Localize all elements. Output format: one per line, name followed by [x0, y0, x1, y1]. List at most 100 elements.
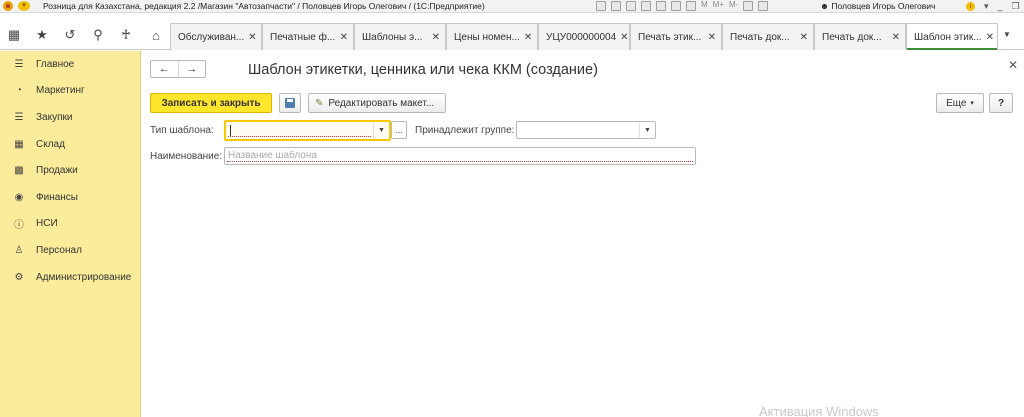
- sidebar-item-administration[interactable]: ⚙ Администрирование: [0, 264, 140, 291]
- sidebar-item-personnel[interactable]: ♙ Персонал: [0, 237, 140, 264]
- chevron-down-icon[interactable]: ▼: [373, 122, 389, 139]
- tab-print-docs-2[interactable]: Печать док... ✕: [814, 23, 906, 50]
- save-icon[interactable]: [596, 1, 606, 11]
- sidebar-item-label: НСИ: [36, 218, 58, 230]
- text-cursor: [230, 125, 231, 136]
- mail-icon[interactable]: [641, 1, 651, 11]
- tab-print-forms[interactable]: Печатные ф... ✕: [262, 23, 354, 50]
- save-button[interactable]: [279, 93, 301, 113]
- calculator-icon[interactable]: [686, 1, 696, 11]
- tab-label: УЦУ000000004: [546, 31, 617, 43]
- preview-icon[interactable]: [626, 1, 636, 11]
- info-icon: ⓘ: [14, 220, 24, 232]
- purchases-icon: ☰: [14, 111, 24, 123]
- edit-layout-label: Редактировать макет...: [328, 97, 435, 109]
- memory-button[interactable]: M: [701, 1, 708, 11]
- sidebar-item-main[interactable]: ☰ Главное: [0, 51, 140, 78]
- tab-label-template[interactable]: Шаблон этик... ✕: [906, 23, 998, 50]
- favorites-icon[interactable]: [656, 1, 666, 11]
- tab-templates[interactable]: Шаблоны э... ✕: [354, 23, 446, 50]
- back-arrow-icon[interactable]: ←: [151, 61, 178, 77]
- home-icon[interactable]: ⌂: [143, 23, 169, 48]
- favorites-star-icon[interactable]: ★: [28, 20, 56, 50]
- sidebar-item-sales[interactable]: ▩ Продажи: [0, 157, 140, 184]
- group-label: Принадлежит группе:: [415, 125, 515, 136]
- close-tab-icon[interactable]: ✕: [432, 32, 440, 43]
- tab-bar: Обслуживан... ✕ Печатные ф... ✕ Шаблоны э.…: [170, 23, 998, 50]
- sidebar-item-label: Финансы: [36, 191, 78, 203]
- history-icon[interactable]: ↺: [56, 20, 84, 50]
- toolbar-tools: M M+ M-: [596, 1, 769, 11]
- more-button[interactable]: Еще ▾: [936, 93, 984, 113]
- chevron-down-icon: ▾: [970, 100, 974, 107]
- tab-label: Печать этик...: [638, 31, 702, 43]
- tab-print-docs-1[interactable]: Печать док... ✕: [722, 23, 814, 50]
- clipboard-icon[interactable]: [758, 1, 769, 11]
- close-tab-icon[interactable]: ✕: [524, 32, 532, 43]
- edit-pencil-icon: ✎: [315, 97, 324, 109]
- window-controls: i ▾ _ ❐ ✕: [966, 0, 1024, 12]
- cart-icon: ▩: [14, 165, 24, 177]
- close-tab-icon[interactable]: ✕: [892, 32, 900, 43]
- window-title: Розница для Казахстана, редакция 2.2 /Ма…: [43, 1, 485, 11]
- nav-icons: ▦ ★ ↺ ⚲ ♰: [0, 20, 141, 50]
- group-field[interactable]: ▼: [516, 121, 656, 139]
- calendar-icon[interactable]: [671, 1, 681, 11]
- save-and-close-button[interactable]: Записать и закрыть: [150, 93, 272, 113]
- main-menu-icon[interactable]: ▾: [18, 1, 30, 11]
- gear-icon: ⚙: [14, 271, 24, 283]
- close-form-icon[interactable]: ✕: [1008, 58, 1018, 72]
- sidebar-item-purchases[interactable]: ☰ Закупки: [0, 104, 140, 131]
- search-icon[interactable]: ⚲: [84, 20, 112, 50]
- memory-plus-button[interactable]: M+: [713, 1, 724, 11]
- minimize-icon[interactable]: _: [998, 0, 1003, 12]
- tab-label: Печать док...: [730, 31, 790, 43]
- close-tab-icon[interactable]: ✕: [986, 32, 994, 43]
- tabs-dropdown-icon[interactable]: ▼: [1003, 30, 1011, 39]
- memory-minus-button[interactable]: M-: [729, 1, 738, 11]
- user-icon: ☻: [820, 1, 829, 11]
- close-tab-icon[interactable]: ✕: [340, 32, 348, 43]
- window-menu-icon[interactable]: ▾: [984, 0, 989, 12]
- form-title: Шаблон этикетки, ценника или чека ККМ (с…: [248, 62, 598, 78]
- sidebar-item-label: Продажи: [36, 165, 78, 177]
- info-icon[interactable]: i: [966, 2, 975, 11]
- edit-layout-button[interactable]: ✎ Редактировать макет...: [308, 93, 446, 113]
- user-name: Половцев Игорь Олегович: [831, 1, 936, 11]
- print-icon[interactable]: [611, 1, 621, 11]
- close-tab-icon[interactable]: ✕: [708, 32, 716, 43]
- sidebar-item-label: Администрирование: [36, 271, 132, 283]
- sidebar-item-label: Главное: [36, 58, 75, 70]
- tab-maintenance[interactable]: Обслуживан... ✕: [170, 23, 262, 50]
- help-button[interactable]: ?: [989, 93, 1013, 113]
- sidebar-item-marketing[interactable]: ◔ Маркетинг: [0, 78, 140, 105]
- tab-document-number[interactable]: УЦУ000000004 ✕: [538, 23, 630, 50]
- search-icon[interactable]: [743, 1, 754, 11]
- name-field[interactable]: Название шаблона: [224, 147, 696, 165]
- sidebar-item-reference-data[interactable]: ⓘ НСИ: [0, 211, 140, 238]
- tab-label: Шаблон этик...: [914, 31, 982, 43]
- current-user[interactable]: ☻ Половцев Игорь Олегович: [820, 0, 935, 12]
- restore-icon[interactable]: ❐: [1012, 0, 1020, 12]
- tab-label: Цены номен...: [454, 31, 520, 43]
- template-type-label: Тип шаблона:: [150, 125, 214, 136]
- template-type-field[interactable]: ▼: [224, 120, 391, 141]
- notifications-bell-icon[interactable]: ♰: [112, 20, 140, 50]
- select-template-type-button[interactable]: ...: [391, 121, 407, 139]
- apps-grid-icon[interactable]: ▦: [0, 20, 28, 50]
- chevron-down-icon[interactable]: ▼: [639, 122, 655, 138]
- warehouse-icon: ▦: [14, 138, 24, 150]
- tab-item-prices[interactable]: Цены номен... ✕: [446, 23, 538, 50]
- forward-arrow-icon[interactable]: →: [177, 61, 206, 77]
- coins-icon: ◉: [14, 191, 24, 203]
- close-tab-icon[interactable]: ✕: [248, 32, 256, 43]
- sidebar-item-label: Склад: [36, 138, 65, 150]
- tab-print-labels[interactable]: Печать этик... ✕: [630, 23, 722, 50]
- close-tab-icon[interactable]: ✕: [620, 32, 628, 43]
- tab-label: Печатные ф...: [270, 31, 336, 43]
- required-indicator: [227, 161, 693, 162]
- sidebar-item-warehouse[interactable]: ▦ Склад: [0, 131, 140, 158]
- close-tab-icon[interactable]: ✕: [800, 32, 808, 43]
- sidebar-item-finance[interactable]: ◉ Финансы: [0, 184, 140, 211]
- nav-row: ▦ ★ ↺ ⚲ ♰ ⌂ Обслуживан... ✕ Печатные ф...…: [0, 20, 1024, 50]
